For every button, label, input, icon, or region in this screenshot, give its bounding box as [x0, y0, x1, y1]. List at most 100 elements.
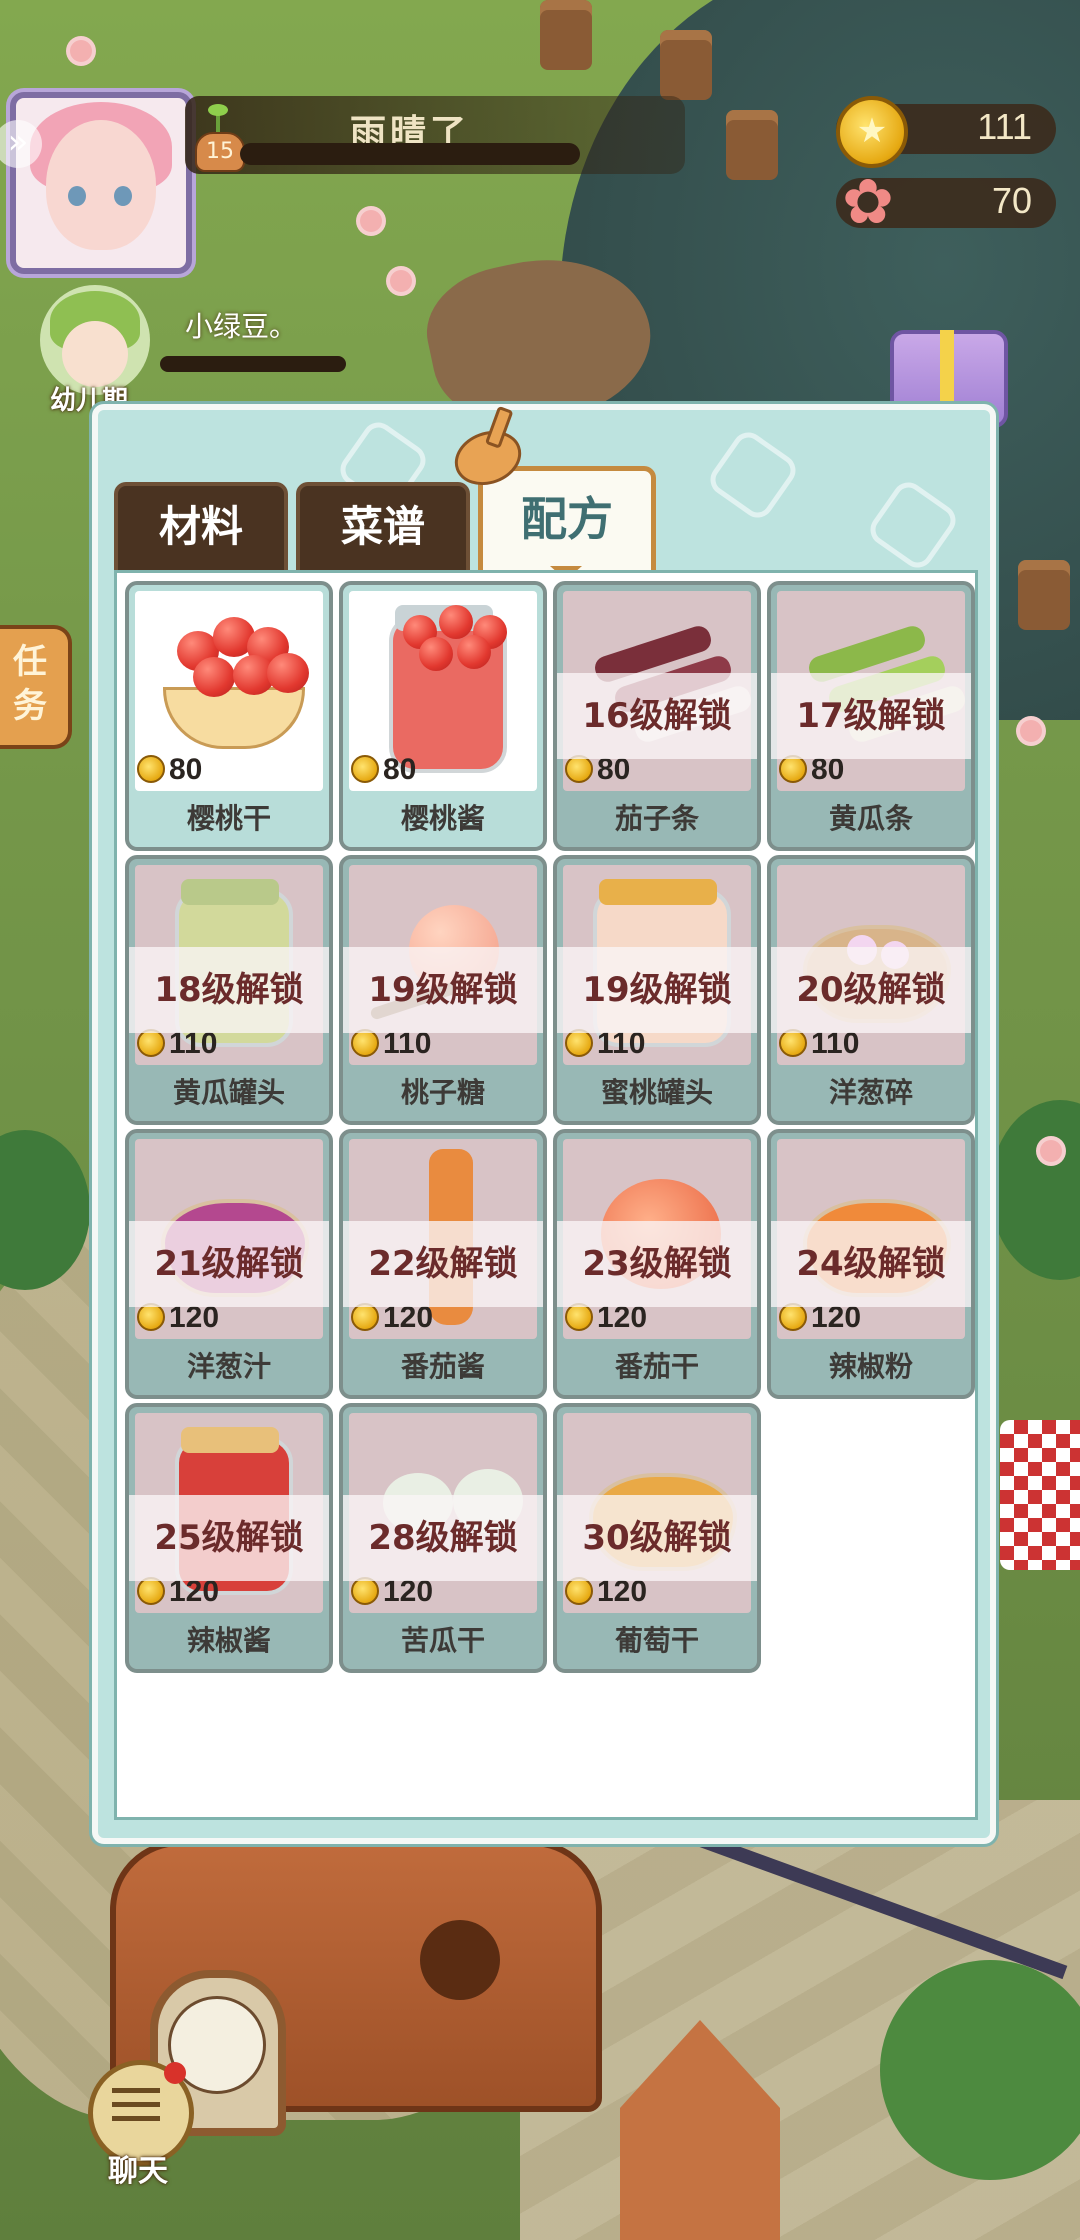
formula-card[interactable]: 120 21级解锁洋葱汁	[125, 1129, 333, 1399]
unlock-level-label: 23级解锁	[557, 1221, 757, 1307]
formula-name: 樱桃干	[186, 802, 271, 835]
unlock-level-label: 16级解锁	[557, 673, 757, 759]
formula-price: 120	[137, 1303, 219, 1333]
formula-price: 80	[137, 755, 202, 785]
formula-price: 120	[565, 1303, 647, 1333]
roof-window	[420, 1920, 500, 2000]
formula-card[interactable]: 80 樱桃酱	[339, 581, 547, 851]
panel-decoration	[864, 476, 962, 574]
notification-dot	[164, 2062, 186, 2084]
formula-price: 120	[565, 1577, 647, 1607]
unlock-level-label: 30级解锁	[557, 1495, 757, 1581]
player-avatar[interactable]	[10, 92, 192, 274]
picnic-table	[1000, 1420, 1080, 1570]
formula-card[interactable]: 120 24级解锁辣椒粉	[767, 1129, 975, 1399]
coin-icon	[779, 1303, 807, 1331]
formula-price: 110	[351, 1029, 431, 1059]
flower	[1020, 720, 1042, 742]
coin-icon	[565, 755, 593, 783]
coin-icon	[137, 755, 165, 783]
chat-label: 聊天	[108, 2154, 168, 2189]
formula-price-value: 80	[169, 753, 203, 786]
coin-icon	[351, 755, 379, 783]
level-badge: 15	[195, 132, 245, 172]
formula-name: 葡萄干	[614, 1624, 699, 1657]
formula-card[interactable]: 120 28级解锁苦瓜干	[339, 1403, 547, 1673]
formula-price: 110	[565, 1029, 645, 1059]
formula-price: 80	[779, 755, 844, 785]
formula-name: 番茄干	[614, 1350, 699, 1383]
unlock-level-label: 19级解锁	[343, 947, 543, 1033]
pet-face	[62, 321, 128, 387]
formula-price: 120	[351, 1303, 433, 1333]
formula-name: 辣椒粉	[828, 1350, 913, 1383]
formula-card[interactable]: 110 18级解锁黄瓜罐头	[125, 855, 333, 1125]
panel-decoration	[704, 426, 802, 524]
unlock-level-label: 19级解锁	[557, 947, 757, 1033]
chat-menu-icon	[112, 2088, 160, 2128]
formula-price: 110	[779, 1029, 859, 1059]
avatar-eye	[114, 186, 132, 206]
coin-icon	[137, 1029, 165, 1057]
formula-card[interactable]: 80 16级解锁 茄子条	[553, 581, 761, 851]
unlock-level-label: 24级解锁	[771, 1221, 971, 1307]
flower-icon: ✿	[842, 165, 894, 238]
coin-icon	[779, 1029, 807, 1057]
avatar-face	[46, 120, 156, 250]
coin-icon	[565, 1029, 593, 1057]
formula-grid: 80 樱桃干 80 樱桃酱 80 16级解锁 茄子条 80 17级解锁 黄瓜条 110 18级解锁 黄瓜…	[114, 570, 978, 1820]
tab-materials[interactable]: 材料	[114, 482, 288, 574]
formula-name: 辣椒酱	[186, 1624, 271, 1657]
coin-icon	[137, 1577, 165, 1605]
formula-name: 洋葱汁	[186, 1350, 271, 1383]
formula-name: 番茄酱	[400, 1350, 485, 1383]
formula-name: 黄瓜条	[828, 802, 913, 835]
coin-icon	[351, 1029, 379, 1057]
coin-icon	[565, 1303, 593, 1331]
sprout-icon	[208, 104, 228, 132]
formula-name: 茄子条	[614, 802, 699, 835]
formula-card[interactable]: 110 19级解锁桃子糖	[339, 855, 547, 1125]
coin-icon	[779, 755, 807, 783]
coin-icon	[137, 1303, 165, 1331]
unlock-level-label: 18级解锁	[129, 947, 329, 1033]
coin-icon	[351, 1577, 379, 1605]
formula-price: 120	[137, 1577, 219, 1607]
formula-price: 80	[351, 755, 416, 785]
coin-count: 111	[977, 106, 1032, 147]
pet-avatar[interactable]	[40, 285, 150, 395]
tab-recipes[interactable]: 菜谱	[296, 482, 470, 574]
unlock-level-label: 28级解锁	[343, 1495, 543, 1581]
experience-bar	[240, 143, 580, 165]
formula-card[interactable]: 120 30级解锁葡萄干	[553, 1403, 761, 1673]
formula-name: 黄瓜罐头	[172, 1076, 285, 1109]
formula-name: 苦瓜干	[400, 1624, 485, 1657]
pet-name: 小绿豆。	[185, 310, 298, 343]
unlock-level-label: 25级解锁	[129, 1495, 329, 1581]
formula-name: 桃子糖	[400, 1076, 485, 1109]
avatar-eye	[68, 186, 86, 206]
formula-price: 120	[779, 1303, 861, 1333]
flower-count: 70	[991, 180, 1032, 221]
coin-icon: ★	[836, 96, 908, 168]
formula-card[interactable]: 110 19级解锁蜜桃罐头	[553, 855, 761, 1125]
formula-price-value: 80	[383, 753, 417, 786]
flower	[1040, 1140, 1062, 1162]
coin-icon	[351, 1303, 379, 1331]
formula-name: 樱桃酱	[400, 802, 485, 835]
tab-formulas[interactable]: 配方	[478, 466, 656, 576]
formula-card[interactable]: 120 23级解锁番茄干	[553, 1129, 761, 1399]
formula-card[interactable]: 80 17级解锁 黄瓜条	[767, 581, 975, 851]
formula-price: 120	[351, 1577, 433, 1607]
unlock-level-label: 21级解锁	[129, 1221, 329, 1307]
fence-post	[1018, 560, 1070, 630]
formula-card[interactable]: 120 22级解锁 番茄酱	[339, 1129, 547, 1399]
formula-name: 蜜桃罐头	[600, 1076, 713, 1109]
formula-price: 110	[137, 1029, 217, 1059]
top-hud: » 15 雨晴了 111 ★ 70 ✿ 幼儿期 小绿豆。	[0, 0, 1080, 428]
formula-card[interactable]: 80 樱桃干	[125, 581, 333, 851]
pet-growth-bar	[160, 356, 346, 372]
formula-card[interactable]: 110 20级解锁 洋葱碎	[767, 855, 975, 1125]
formula-card[interactable]: 120 25级解锁辣椒酱	[125, 1403, 333, 1673]
recipe-panel: 材料 菜谱 配方 80 樱桃干 80 樱桃酱 80 16级解锁 茄子条 80 17级解锁 黄瓜条 1…	[92, 404, 996, 1844]
